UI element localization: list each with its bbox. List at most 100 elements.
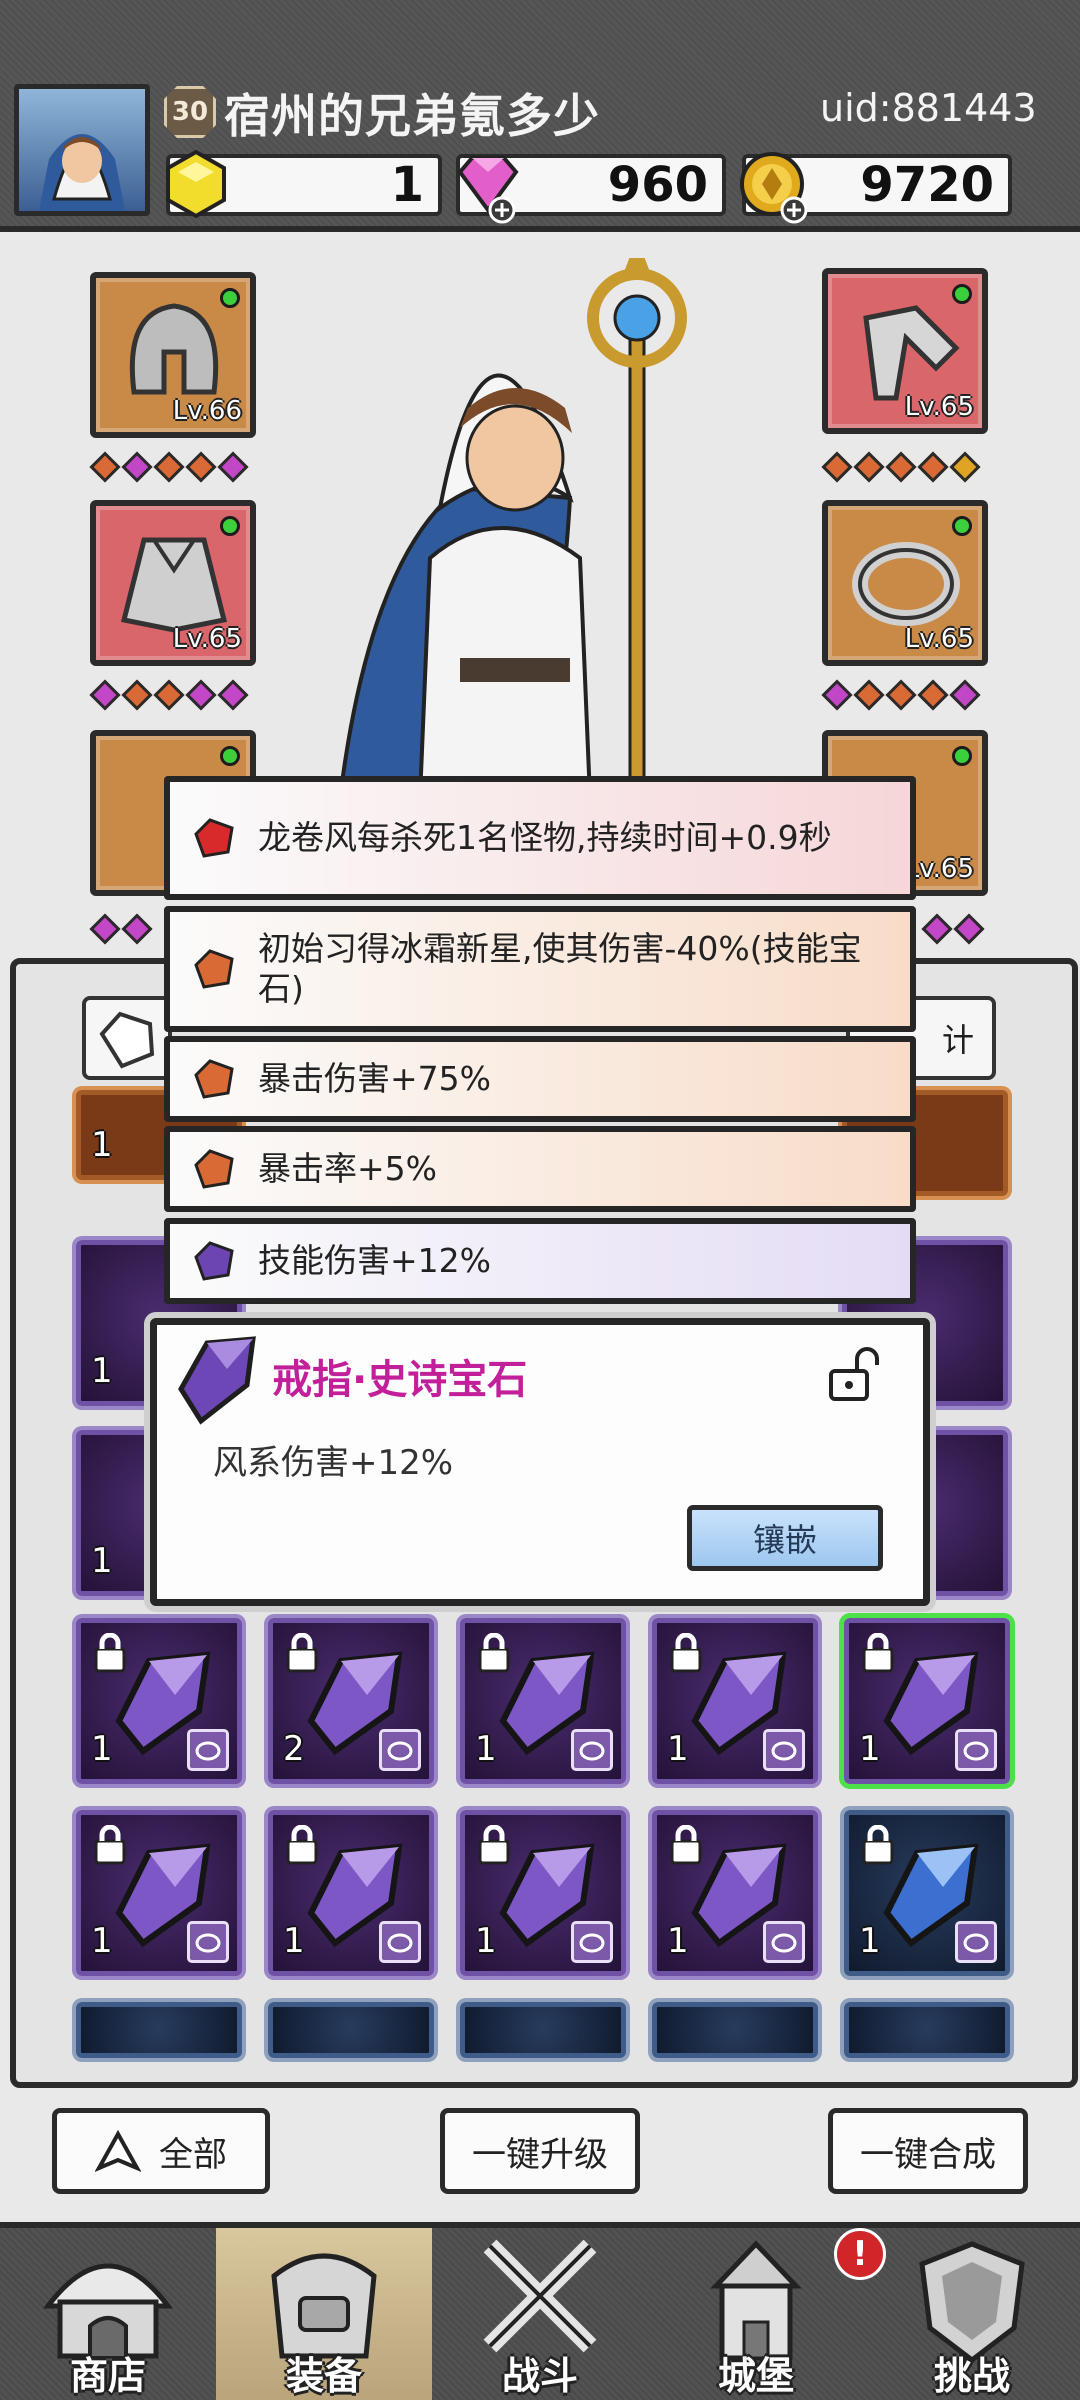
gold-coin-icon[interactable] — [736, 148, 808, 224]
nav-label: 城堡 — [717, 2354, 794, 2398]
ring-slot-icon — [763, 1729, 805, 1771]
lock-icon — [478, 1633, 510, 1673]
gem-cell[interactable] — [76, 2002, 242, 2058]
lock-icon — [94, 1633, 126, 1673]
boots-icon — [863, 305, 960, 401]
lock-icon — [862, 1633, 894, 1673]
affix-text: 技能伤害+12% — [258, 1241, 491, 1280]
equip-slot-boots[interactable]: Lv.65 — [822, 268, 988, 434]
gem-cell[interactable]: 1 — [460, 1810, 626, 1976]
gem-cell[interactable]: 1 — [76, 1618, 242, 1784]
gem-count: 1 — [91, 1125, 113, 1165]
cloak-icon — [120, 537, 228, 633]
affix-row: 暴击伤害+75% — [164, 1036, 916, 1122]
orange-gem-icon — [194, 1059, 234, 1099]
nav-castle[interactable]: 城堡 — [648, 2228, 864, 2400]
notification-badge: ! — [834, 2228, 886, 2280]
gem-count: 1 — [91, 1541, 113, 1581]
ring-icon — [852, 542, 960, 626]
lock-icon — [94, 1825, 126, 1865]
gem-count: 1 — [91, 1921, 113, 1961]
affix-text: 暴击伤害+75% — [258, 1059, 491, 1098]
filter-all-button[interactable]: 全部 — [52, 2108, 270, 2194]
slot-level: Lv.65 — [172, 624, 242, 654]
yellow-gem-icon — [160, 148, 232, 220]
gem-filter-button[interactable] — [82, 996, 172, 1080]
orange-gem-icon — [194, 1149, 234, 1189]
gem-cell[interactable]: 1 — [652, 1618, 818, 1784]
epic-gem-icon — [178, 1336, 256, 1425]
gem-detail-popup: 戒指·史诗宝石 风系伤害+12% 镶嵌 — [150, 1318, 930, 1606]
gem-cell[interactable]: 1 — [460, 1618, 626, 1784]
diamond-icon[interactable] — [448, 148, 520, 224]
gem-socket-row — [89, 451, 249, 483]
gem-count: 1 — [91, 1351, 113, 1391]
gem-count: 1 — [475, 1921, 497, 1961]
upgrade-available-dot — [220, 516, 240, 536]
affix-text: 龙卷风每杀死1名怪物,持续时间+0.9秒 — [258, 818, 832, 857]
hero-character — [310, 238, 790, 818]
lock-icon — [670, 1633, 702, 1673]
gem-cell[interactable]: 1 — [652, 1810, 818, 1976]
equip-slot-ring[interactable]: Lv.65 — [822, 500, 988, 666]
equip-slot-cloak[interactable]: Lv.65 — [90, 500, 256, 666]
nav-label: 战斗 — [501, 2354, 578, 2398]
affix-text: 初始习得冰霜新星,使其伤害-40%(技能宝石) — [258, 929, 862, 1008]
lock-icon — [478, 1825, 510, 1865]
gem-socket-row — [821, 451, 981, 483]
nav-equip[interactable]: 装备 — [216, 2228, 432, 2400]
orange-gem-icon — [194, 949, 234, 989]
player-avatar[interactable] — [14, 84, 150, 216]
unlock-icon[interactable] — [825, 1343, 881, 1405]
lock-icon — [286, 1633, 318, 1673]
gem-socket-row — [921, 913, 985, 945]
gem-cell[interactable]: 2 — [268, 1618, 434, 1784]
nav-label: 挑战 — [933, 2354, 1010, 2398]
gem-socket-row — [821, 679, 981, 711]
nav-shop[interactable]: 商店 — [0, 2228, 216, 2400]
gem-count: 1 — [283, 1921, 305, 1961]
red-gem-icon — [194, 818, 234, 858]
equip-slot-helmet[interactable]: Lv.66 — [90, 272, 256, 438]
ring-slot-icon — [571, 1921, 613, 1963]
gem-title: 戒指·史诗宝石 — [272, 1357, 528, 1403]
gem-cell[interactable] — [652, 2002, 818, 2058]
ring-slot-icon — [187, 1921, 229, 1963]
gem-count: 1 — [91, 1729, 113, 1769]
gem-cell[interactable]: 1 — [76, 1810, 242, 1976]
player-uid: uid:881443 — [820, 86, 1037, 130]
gem-cell[interactable]: 1 — [844, 1810, 1010, 1976]
ring-slot-icon — [379, 1729, 421, 1771]
ring-slot-icon — [763, 1921, 805, 1963]
lock-icon — [670, 1825, 702, 1865]
purple-gem-icon — [194, 1241, 234, 1281]
nav-label: 装备 — [285, 2354, 362, 2398]
gem-cell[interactable]: 1 — [268, 1810, 434, 1976]
slot-level: Lv.65 — [904, 392, 974, 422]
gem-cell[interactable] — [460, 2002, 626, 2058]
merge-all-button[interactable]: 一键合成 — [828, 2108, 1028, 2194]
gem-count: 1 — [475, 1729, 497, 1769]
slot-level: Lv.66 — [172, 396, 242, 426]
gem-cell[interactable]: 1 — [844, 1618, 1010, 1784]
gem-count: 2 — [283, 1729, 305, 1769]
bottom-nav: 商店 装备 战斗 城堡 挑战 — [0, 2222, 1080, 2400]
ring-slot-icon — [379, 1921, 421, 1963]
triangle-icon — [95, 2129, 141, 2172]
upgrade-available-dot — [952, 516, 972, 536]
ring-slot-icon — [955, 1921, 997, 1963]
inlay-button[interactable]: 镶嵌 — [687, 1505, 883, 1571]
nav-challenge[interactable]: 挑战 — [864, 2228, 1080, 2400]
affix-row: 龙卷风每杀死1名怪物,持续时间+0.9秒 — [164, 776, 916, 900]
upgrade-all-button[interactable]: 一键升级 — [440, 2108, 640, 2194]
gem-cell[interactable] — [844, 2002, 1010, 2058]
gem-socket-row — [89, 679, 249, 711]
gem-count: 1 — [859, 1921, 881, 1961]
slot-level: Lv.65 — [904, 624, 974, 654]
gem-cell[interactable] — [268, 2002, 434, 2058]
upgrade-available-dot — [220, 288, 240, 308]
helmet-icon — [129, 303, 219, 395]
gem-outline-icon — [99, 1011, 155, 1069]
nav-battle[interactable]: 战斗 — [432, 2228, 648, 2400]
gem-effect: 风系伤害+12% — [213, 1443, 454, 1483]
